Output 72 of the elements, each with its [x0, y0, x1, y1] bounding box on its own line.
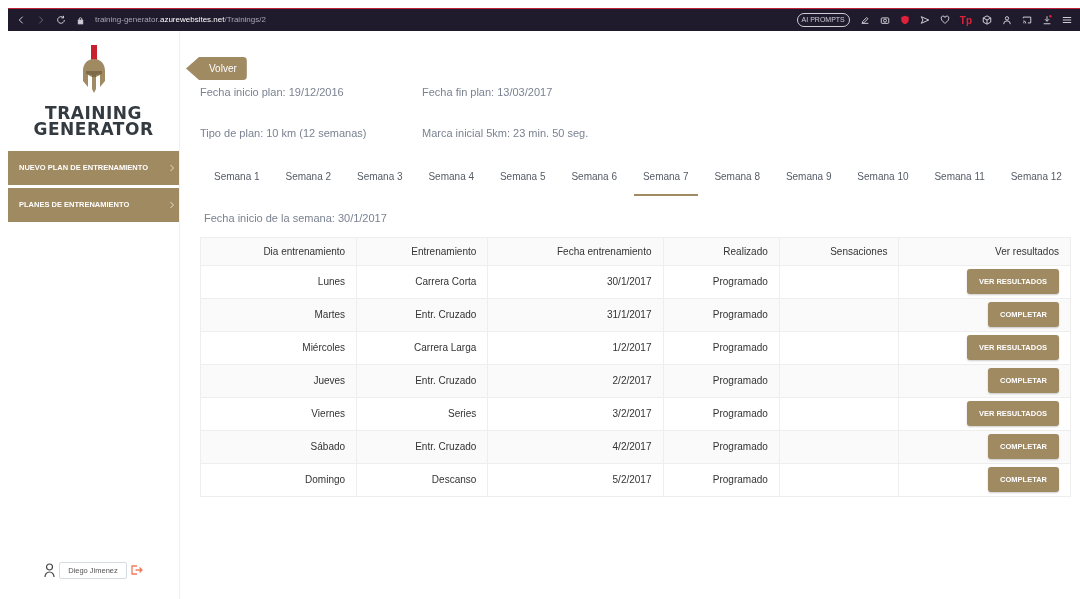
send-icon[interactable]	[919, 15, 930, 25]
lock-icon	[76, 15, 85, 25]
column-header: Ver resultados	[995, 245, 1059, 257]
column-header: Entrenamiento	[411, 245, 477, 257]
table-cell: Jueves	[313, 375, 346, 386]
week-tab[interactable]: Semana 8	[705, 163, 769, 196]
table-cell: 3/2/2017	[612, 408, 652, 419]
table-cell: Programado	[712, 474, 768, 485]
week-tab[interactable]: Semana 12	[1001, 163, 1071, 196]
plan-info-text: Tipo de plan: 10 km (12 semanas)	[200, 125, 368, 141]
table-cell: Programado	[712, 441, 768, 452]
column-header: Dia entrenamiento	[263, 245, 346, 257]
week-tab[interactable]: Semana 11	[925, 163, 994, 196]
week-tab[interactable]: Semana 2	[276, 163, 341, 196]
week-tab[interactable]: Semana 10	[848, 163, 918, 196]
table-cell: 5/2/2017	[612, 474, 652, 485]
back-icon[interactable]	[16, 15, 26, 25]
chevron-icon	[169, 201, 175, 209]
table-cell: Sábado	[310, 441, 346, 452]
table-cell: Programado	[712, 375, 768, 386]
table-cell: 4/2/2017	[612, 441, 652, 452]
extension-logo[interactable]: Tp	[959, 12, 972, 28]
logo-text: GENERATOR	[33, 121, 154, 137]
table-cell: Domingo	[305, 474, 346, 485]
table-cell: Programado	[712, 309, 768, 320]
table-cell: Lunes	[317, 276, 346, 287]
table-cell: 2/2/2017	[612, 375, 652, 386]
week-tab[interactable]: Semana 6	[562, 163, 626, 196]
url-text[interactable]: training-generator.azurewebsites.net/Trainings/2	[95, 14, 266, 26]
table-cell: Programado	[712, 276, 768, 287]
cast-icon[interactable]	[1022, 15, 1032, 25]
table-cell: Carrera Corta	[415, 276, 477, 287]
table-cell: Miércoles	[302, 342, 346, 353]
plan-info-text: Fecha fin plan: 13/03/2017	[422, 85, 553, 100]
download-icon[interactable]	[1042, 15, 1052, 25]
table-cell: Viernes	[311, 408, 346, 419]
week-tab[interactable]: Semana 3	[347, 163, 412, 196]
column-header: Realizado	[723, 245, 768, 257]
menu-icon[interactable]	[1062, 15, 1072, 25]
plan-info-text: Fecha inicio plan: 19/12/2016	[200, 85, 345, 100]
plan-info-text: Marca inicial 5km: 23 min. 50 seg.	[422, 125, 589, 141]
shield-icon[interactable]	[899, 15, 910, 25]
cube-icon[interactable]	[982, 15, 992, 25]
camera-icon[interactable]	[879, 15, 890, 25]
table-cell: Programado	[712, 342, 768, 353]
table-cell: Entr. Cruzado	[415, 375, 477, 386]
logout-icon[interactable]	[130, 565, 143, 576]
table-cell: Martes	[314, 309, 346, 320]
table-cell: 1/2/2017	[612, 342, 652, 353]
week-start-text: Fecha inicio de la semana: 30/1/2017	[203, 211, 388, 226]
table-cell: Series	[447, 408, 477, 419]
week-tab[interactable]: Semana 9	[776, 163, 841, 196]
column-header: Fecha entrenamiento	[557, 245, 652, 257]
reload-icon[interactable]	[56, 15, 66, 25]
edit-icon[interactable]	[859, 15, 870, 25]
week-tab[interactable]: Semana 7	[633, 163, 698, 196]
table-cell: Entr. Cruzado	[415, 309, 477, 320]
logo-text: TRAINING	[45, 105, 142, 121]
user-icon	[44, 563, 56, 578]
table-cell: Entr. Cruzado	[415, 441, 477, 452]
week-tab[interactable]: Semana 1	[205, 163, 269, 196]
chevron-icon	[169, 164, 175, 172]
column-header: Sensaciones	[830, 245, 888, 257]
table-cell: 31/1/2017	[607, 309, 652, 320]
week-tab[interactable]: Semana 4	[419, 163, 484, 196]
heart-icon[interactable]	[939, 15, 950, 25]
user-icon[interactable]	[1002, 15, 1012, 25]
table-cell: 30/1/2017	[607, 276, 652, 287]
table-cell: Carrera Larga	[414, 342, 477, 353]
table-cell: Descanso	[431, 474, 477, 485]
table-cell: Programado	[712, 408, 768, 419]
week-tab[interactable]: Semana 5	[490, 163, 555, 196]
